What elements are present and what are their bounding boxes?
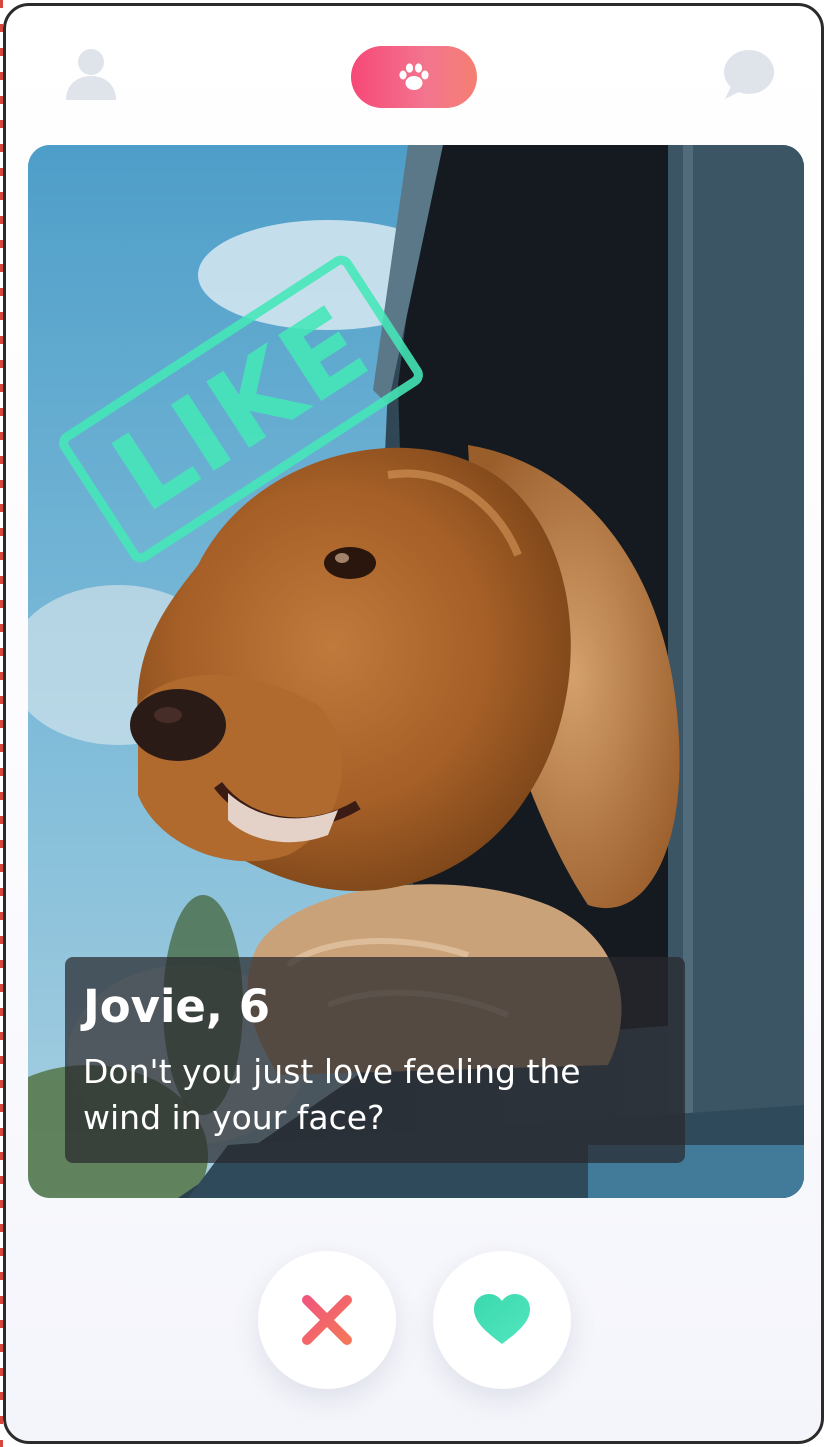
close-icon xyxy=(302,1295,352,1345)
pet-bio: Don't you just love feeling the wind in … xyxy=(83,1052,581,1137)
like-button[interactable] xyxy=(433,1251,571,1389)
heart-icon xyxy=(474,1294,530,1344)
pet-name: Jovie, 6 xyxy=(83,980,271,1033)
nope-button[interactable] xyxy=(258,1251,396,1389)
profile-info: Jovie, 6 Don't you just love feeling the… xyxy=(65,957,685,1163)
chat-bubble-icon[interactable] xyxy=(719,48,775,100)
profile-icon[interactable] xyxy=(64,46,118,102)
profile-card[interactable]: LIKE Jovie, 6 Don't you just love feelin… xyxy=(28,145,804,1198)
paw-button[interactable] xyxy=(351,46,477,108)
paw-icon xyxy=(399,63,429,90)
top-bar xyxy=(6,6,821,146)
phone-frame: LIKE Jovie, 6 Don't you just love feelin… xyxy=(3,3,824,1444)
